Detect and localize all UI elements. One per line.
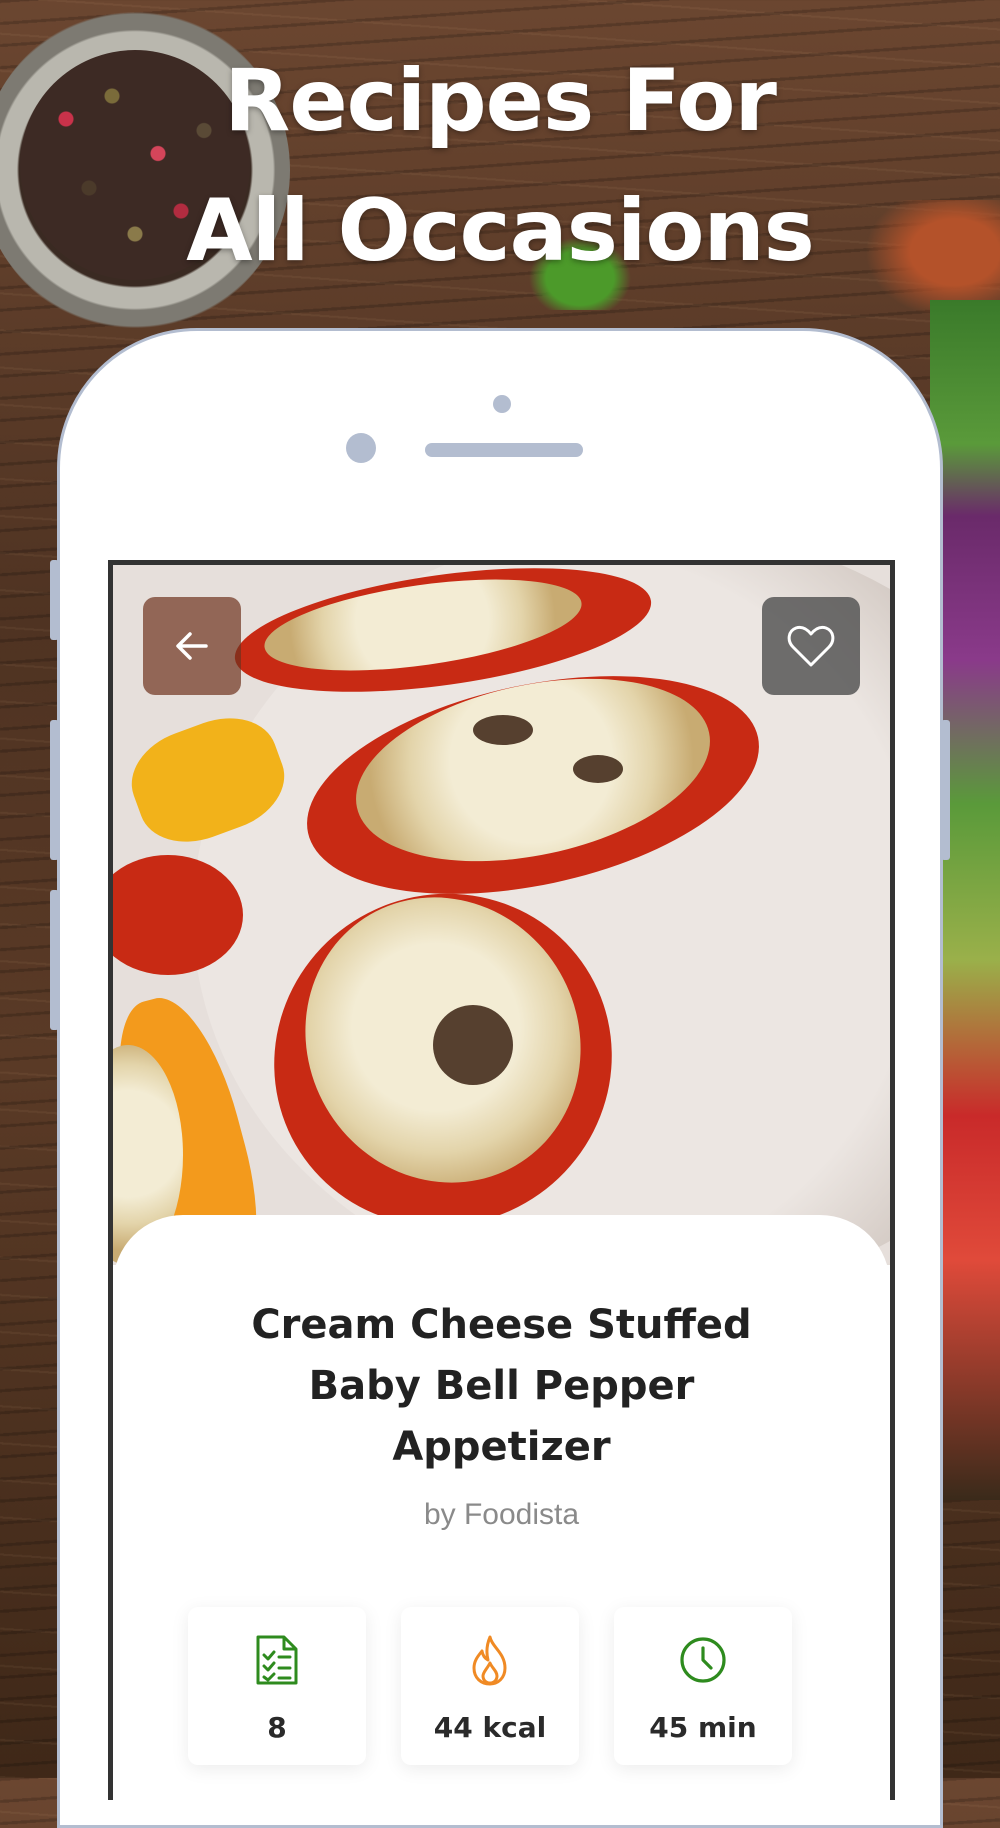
phone-volume-down-button: [50, 890, 59, 1030]
checklist-icon: [256, 1635, 298, 1685]
phone-front-camera: [346, 433, 376, 463]
back-button[interactable]: [143, 597, 241, 695]
ingredients-count: 8: [267, 1711, 287, 1744]
headline-line-1: Recipes For: [224, 51, 777, 151]
clock-icon: [680, 1637, 726, 1683]
ingredients-stat-card[interactable]: 8: [188, 1607, 366, 1765]
headline-line-2: All Occasions: [186, 181, 815, 281]
recipe-title: Cream Cheese Stuffed Baby Bell Pepper Ap…: [153, 1295, 850, 1478]
phone-volume-up-button: [50, 720, 59, 860]
char-spot: [573, 755, 623, 783]
recipe-title-line-3: Appetizer: [392, 1424, 611, 1470]
recipe-author: by Foodista: [423, 1498, 580, 1531]
char-spot: [433, 1005, 513, 1085]
phone-power-button: [941, 720, 950, 860]
time-stat-card[interactable]: 45 min: [614, 1607, 792, 1765]
recipe-title-line-2: Baby Bell Pepper: [308, 1363, 695, 1409]
calories-value: 44 kcal: [433, 1711, 547, 1744]
favorite-button[interactable]: [762, 597, 860, 695]
phone-side-button: [50, 560, 59, 640]
phone-sensor-dot: [493, 395, 511, 413]
recipe-details-sheet: Cream Cheese Stuffed Baby Bell Pepper Ap…: [113, 1215, 890, 1800]
phone-speaker: [425, 443, 583, 457]
flame-icon: [472, 1635, 507, 1686]
time-value: 45 min: [649, 1711, 757, 1744]
calories-stat-card[interactable]: 44 kcal: [401, 1607, 579, 1765]
char-spot: [473, 715, 533, 745]
app-screen: Cream Cheese Stuffed Baby Bell Pepper Ap…: [108, 560, 895, 1800]
arrow-left-icon: [176, 632, 208, 660]
recipe-title-line-1: Cream Cheese Stuffed: [251, 1302, 752, 1348]
heart-icon: [787, 625, 835, 667]
